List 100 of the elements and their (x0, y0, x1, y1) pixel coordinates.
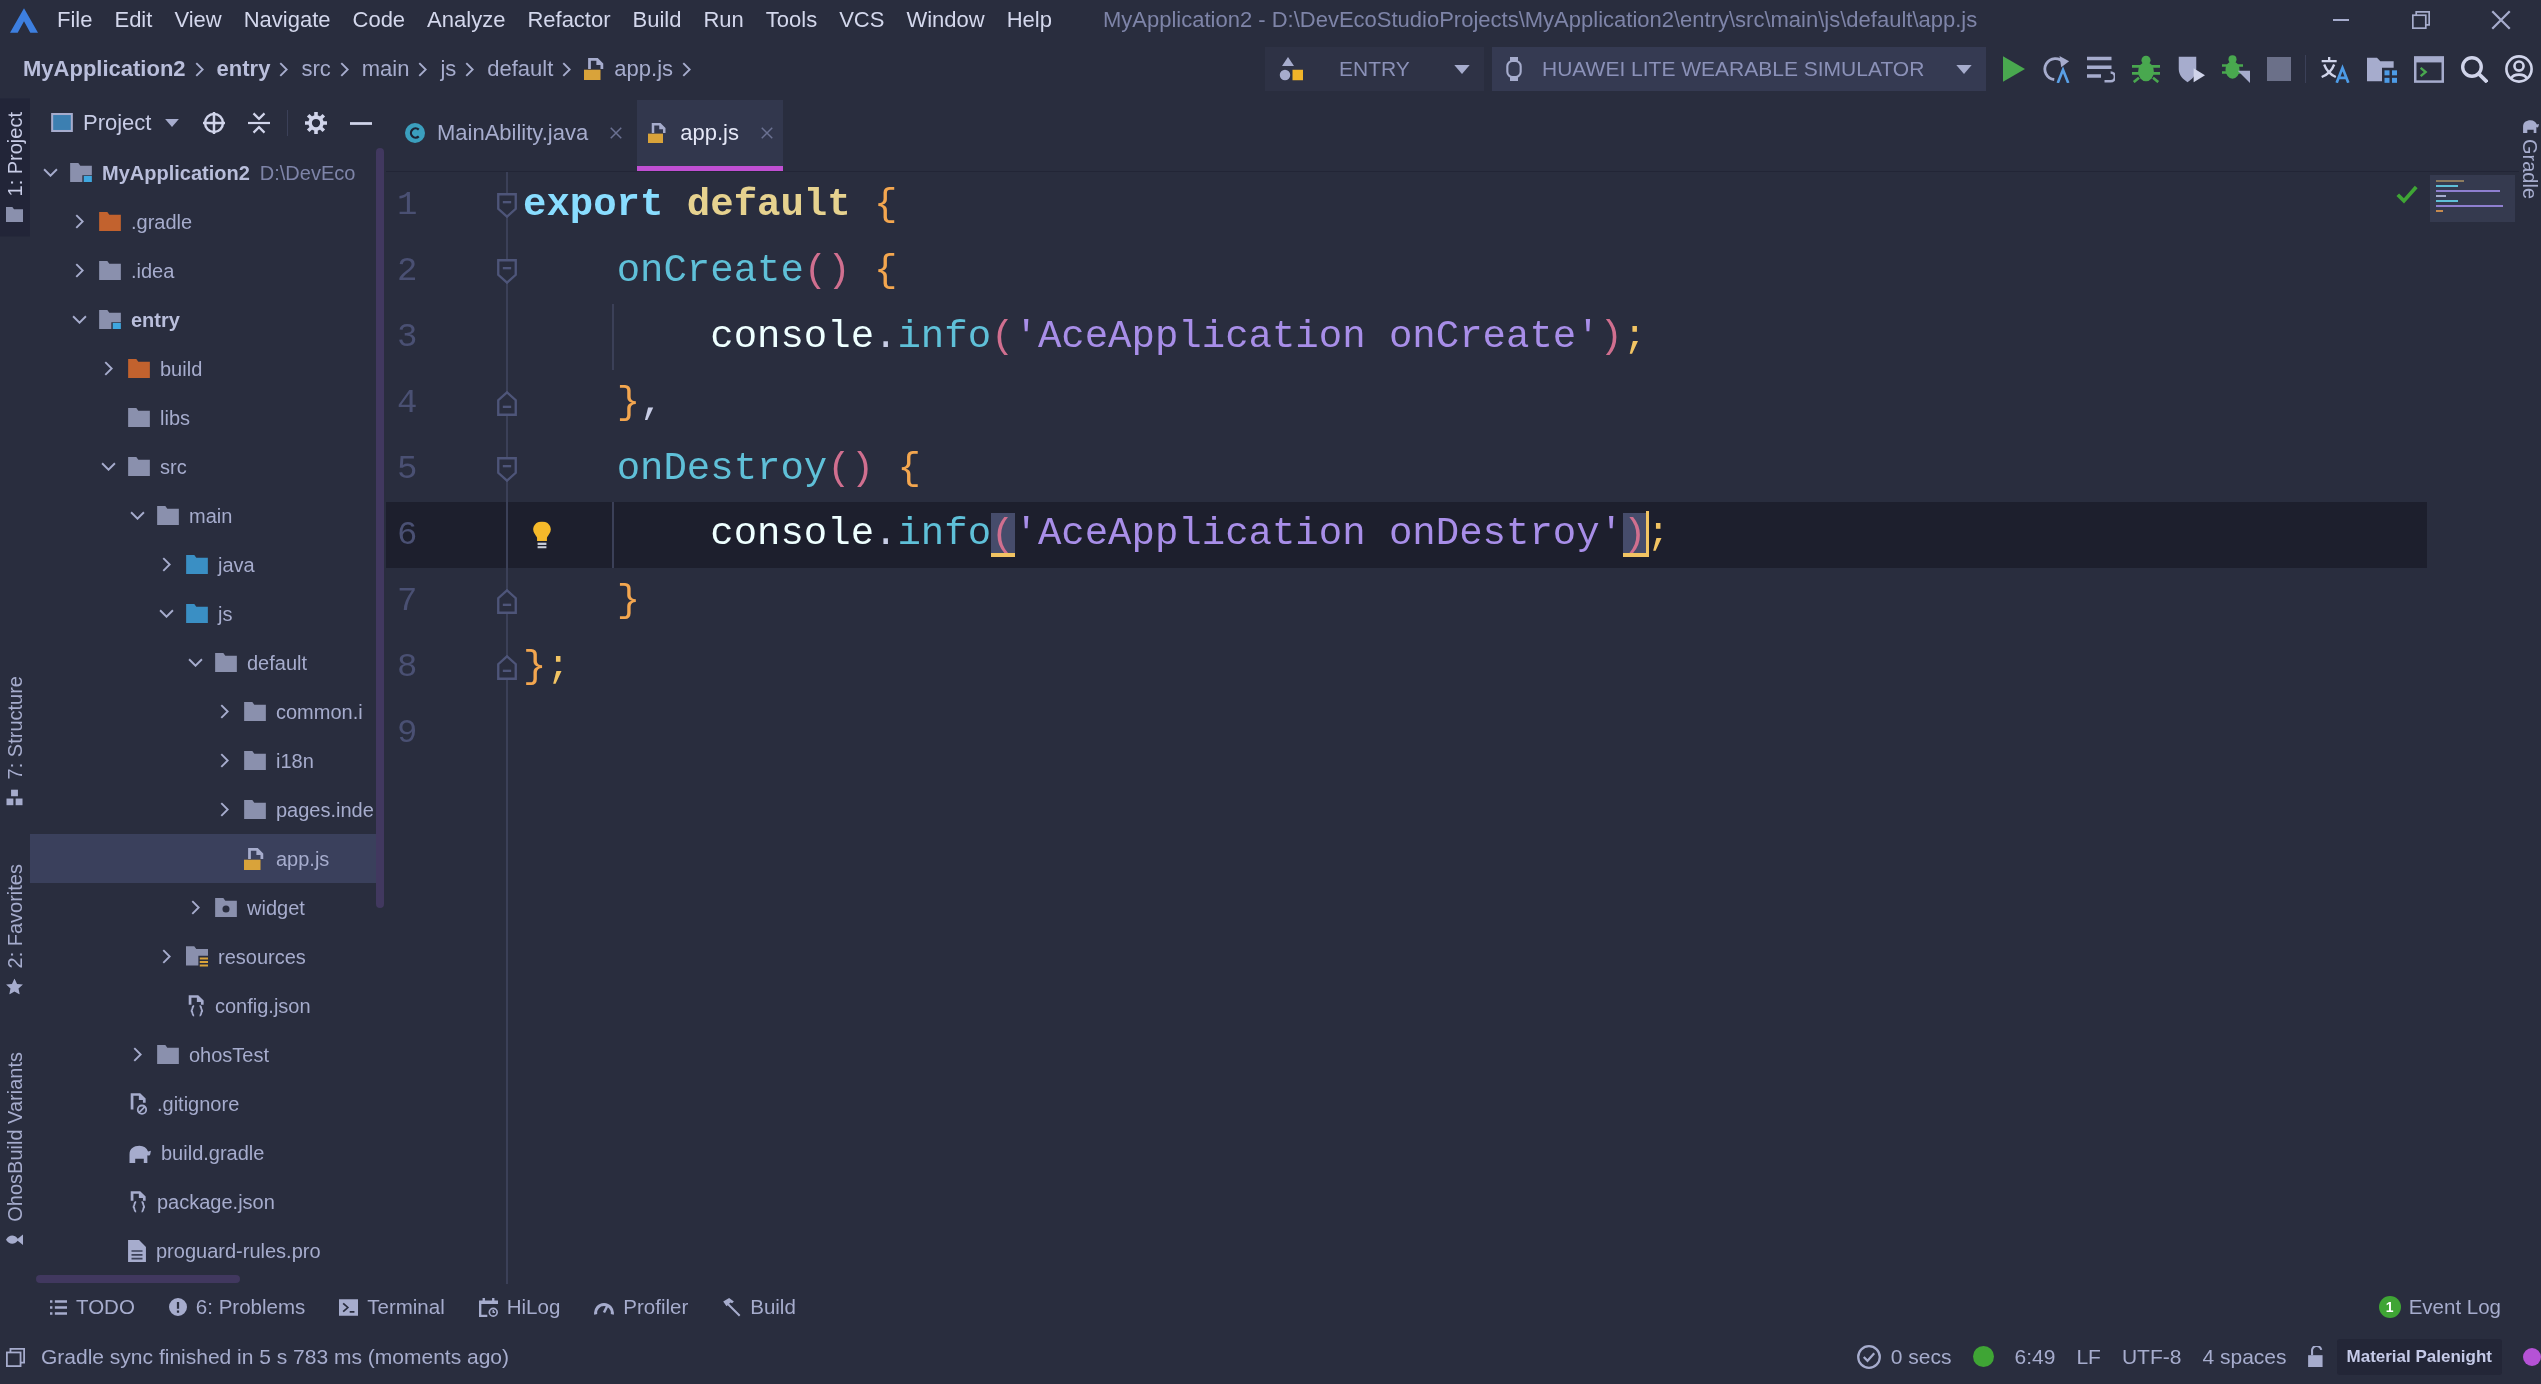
tree-item[interactable]: common.i (216, 687, 363, 736)
chevron-right-icon[interactable] (132, 1047, 142, 1062)
crosshair-icon[interactable] (203, 112, 226, 134)
chevron-right-icon[interactable] (219, 802, 229, 817)
tool-window-button[interactable]: Profiler (594, 1294, 689, 1320)
tool-window-tab[interactable]: 2: Favorites (0, 849, 30, 1009)
tool-window-button[interactable]: HiLog (478, 1294, 561, 1320)
settings-icon[interactable] (305, 112, 328, 134)
chevron-down-icon[interactable] (71, 315, 87, 324)
minus-icon[interactable] (350, 121, 373, 125)
rerun-icon[interactable] (2042, 55, 2070, 83)
chevron-right-icon[interactable] (219, 704, 229, 719)
tree-item[interactable]: default (187, 638, 308, 687)
run-configuration-dropdown[interactable]: ENTRY (1265, 47, 1484, 91)
chevron-right-icon[interactable] (161, 557, 171, 572)
tree-item[interactable]: MyApplication2 D:\DevEco (42, 148, 356, 197)
logo-icon[interactable] (10, 7, 38, 33)
chevron-down-icon[interactable] (129, 511, 145, 520)
bug-icon[interactable] (2132, 55, 2160, 83)
tree-item[interactable]: entry (71, 295, 180, 344)
tree-item[interactable]: pages.inde (216, 785, 374, 834)
chevron-right-icon[interactable] (74, 263, 84, 278)
breadcrumb-item[interactable]: src (301, 55, 331, 83)
bug-arrow-icon[interactable] (2222, 55, 2250, 83)
tool-window-button[interactable]: Build (722, 1294, 796, 1320)
tool-window-tab[interactable]: Gradle (2519, 118, 2541, 200)
tree-item[interactable]: resources (158, 932, 306, 981)
close-icon[interactable] (610, 127, 623, 139)
translate-icon[interactable] (2320, 55, 2350, 83)
file-encoding[interactable]: UTF-8 (2121, 1344, 2182, 1370)
chevron-right-icon[interactable] (219, 753, 229, 768)
caret-position[interactable]: 6:49 (2014, 1344, 2056, 1370)
menu-item[interactable]: Tools (754, 3, 829, 37)
breadcrumb-item[interactable]: main (361, 55, 410, 83)
indent-setting[interactable]: 4 spaces (2202, 1344, 2287, 1370)
tool-window-tab[interactable]: 1: Project (0, 98, 30, 237)
tree-item[interactable]: ohosTest (129, 1030, 270, 1079)
menu-item[interactable]: Window (895, 3, 996, 37)
close-icon[interactable] (2491, 10, 2511, 30)
scrollbar-thumb[interactable] (376, 148, 384, 908)
tree-item[interactable]: build.gradle (100, 1128, 265, 1177)
lines-arrow-icon[interactable] (2087, 55, 2115, 83)
scrollbar-thumb[interactable] (36, 1275, 240, 1283)
menu-item[interactable]: Run (692, 3, 755, 37)
tree-item[interactable]: js (158, 589, 233, 638)
menu-item[interactable]: VCS (828, 3, 896, 37)
menu-item[interactable]: Navigate (232, 3, 342, 37)
chevron-down-icon[interactable] (158, 609, 174, 618)
tree-item[interactable]: build (100, 344, 203, 393)
lock-icon[interactable] (2307, 1346, 2324, 1368)
chevron-down-icon[interactable] (100, 462, 116, 471)
tool-window-button[interactable]: Terminal (339, 1294, 445, 1320)
line-separator[interactable]: LF (2076, 1344, 2101, 1370)
restore-icon[interactable] (2412, 11, 2430, 29)
tree-item[interactable]: widget (187, 883, 305, 932)
tree-item[interactable]: proguard-rules.pro (100, 1226, 321, 1275)
breadcrumb-item[interactable]: app.js (584, 55, 674, 83)
tree-item[interactable]: libs (100, 393, 190, 442)
tree-item[interactable]: .idea (71, 246, 175, 295)
tree-item[interactable]: app.js (30, 834, 376, 883)
tree-item[interactable]: i18n (216, 736, 314, 785)
folder-grid-icon[interactable] (2367, 55, 2397, 83)
menu-item[interactable]: Build (621, 3, 693, 37)
menu-item[interactable]: Code (341, 3, 417, 37)
collapse-icon[interactable] (248, 112, 271, 134)
shield-play-icon[interactable] (2177, 55, 2205, 83)
menu-item[interactable]: View (163, 3, 233, 37)
search-icon[interactable] (2461, 55, 2488, 83)
account-icon[interactable] (2505, 55, 2533, 83)
chevron-right-icon[interactable] (103, 361, 113, 376)
editor-tab[interactable]: app.js (637, 100, 783, 171)
breadcrumb-item[interactable]: MyApplication2 (23, 55, 186, 83)
project-view-dropdown[interactable]: Project (51, 109, 180, 137)
tree-item[interactable]: java (158, 540, 255, 589)
tool-window-button[interactable]: 6: Problems (168, 1294, 306, 1320)
device-dropdown[interactable]: HUAWEI LITE WEARABLE SIMULATOR (1492, 47, 1986, 91)
chevron-down-icon[interactable] (42, 168, 58, 177)
menu-item[interactable]: Edit (103, 3, 164, 37)
lightbulb-icon[interactable] (533, 521, 551, 549)
menu-item[interactable]: File (46, 3, 104, 37)
chevron-right-icon[interactable] (161, 949, 171, 964)
window-icon[interactable] (2414, 55, 2444, 83)
tool-window-tab[interactable]: OhosBuild Variants (0, 1038, 30, 1262)
tool-window-tab[interactable]: 7: Structure (0, 662, 30, 820)
chevron-down-icon[interactable] (187, 658, 203, 667)
chevron-right-icon[interactable] (190, 900, 200, 915)
tree-item[interactable]: config.json (158, 981, 311, 1030)
event-log-button[interactable]: 1 Event Log (2378, 1294, 2501, 1320)
editor-tab[interactable]: MainAbility.java (394, 100, 633, 171)
play-icon[interactable] (2003, 56, 2025, 82)
menu-item[interactable]: Analyze (416, 3, 517, 37)
breadcrumb-item[interactable]: entry (216, 55, 271, 83)
tree-item[interactable]: package.json (100, 1177, 275, 1226)
theme-switcher[interactable]: Material Palenight (2336, 1338, 2502, 1376)
tree-item[interactable]: .gradle (71, 197, 193, 246)
tree-item[interactable]: src (100, 442, 187, 491)
menu-item[interactable]: Help (995, 3, 1063, 37)
tree-item[interactable]: .gitignore (100, 1079, 240, 1128)
breadcrumb-item[interactable]: js (440, 55, 457, 83)
panels-icon[interactable] (6, 1347, 25, 1367)
